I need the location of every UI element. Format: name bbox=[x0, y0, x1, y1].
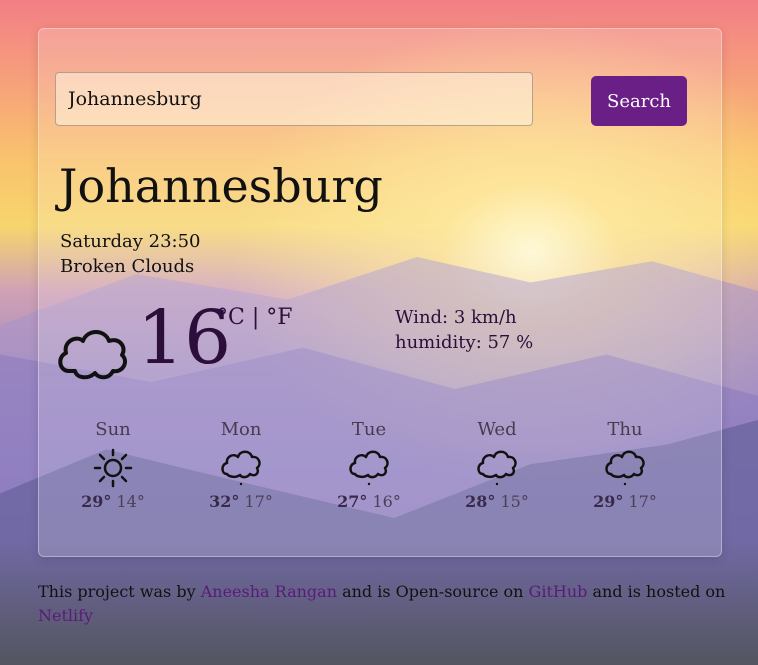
cloud-icon bbox=[58, 330, 127, 380]
cloud-icon bbox=[349, 450, 389, 486]
city-search-input[interactable] bbox=[55, 72, 533, 126]
github-link[interactable]: GitHub bbox=[529, 582, 588, 601]
forecast-day-name: Mon bbox=[220, 419, 262, 440]
footer: This project was by Aneesha Rangan and i… bbox=[38, 580, 728, 628]
fahrenheit-link[interactable]: °F bbox=[266, 305, 292, 330]
netlify-link[interactable]: Netlify bbox=[38, 606, 93, 625]
forecast-min: 16° bbox=[372, 492, 401, 511]
sun-icon bbox=[93, 448, 133, 488]
forecast-max: 27° bbox=[337, 492, 368, 511]
forecast-day: Thu 29° 17° bbox=[561, 419, 689, 511]
unit-toggle: °C | °F bbox=[217, 305, 293, 330]
humidity: humidity: 57 % bbox=[395, 332, 534, 353]
cloud-icon bbox=[221, 450, 261, 486]
forecast-min: 17° bbox=[628, 492, 657, 511]
date-time: Saturday 23:50 bbox=[60, 231, 201, 252]
forecast-day-name: Thu bbox=[607, 419, 643, 440]
forecast-row: Sun 29° 14° Mon 32° 17° Tue 27° 16° Wed … bbox=[49, 419, 709, 529]
forecast-temps: 27° 16° bbox=[305, 492, 433, 511]
forecast-min: 14° bbox=[116, 492, 145, 511]
forecast-day-name: Tue bbox=[351, 419, 387, 440]
forecast-day-name: Wed bbox=[477, 419, 517, 440]
forecast-day: Tue 27° 16° bbox=[305, 419, 433, 511]
wind-speed: Wind: 3 km/h bbox=[395, 307, 517, 328]
forecast-min: 15° bbox=[500, 492, 529, 511]
forecast-max: 28° bbox=[465, 492, 496, 511]
forecast-temps: 29° 14° bbox=[49, 492, 177, 511]
weather-card: Search Johannesburg Saturday 23:50 Broke… bbox=[38, 28, 722, 557]
celsius-link[interactable]: °C bbox=[217, 305, 245, 330]
forecast-day: Sun 29° 14° bbox=[49, 419, 177, 511]
weather-description: Broken Clouds bbox=[60, 256, 195, 277]
cloud-icon bbox=[605, 450, 645, 486]
footer-text: This project was by bbox=[38, 582, 201, 601]
forecast-temps: 29° 17° bbox=[561, 492, 689, 511]
footer-text: and is hosted on bbox=[587, 582, 726, 601]
forecast-max: 29° bbox=[593, 492, 624, 511]
forecast-temps: 28° 15° bbox=[433, 492, 561, 511]
forecast-temps: 32° 17° bbox=[177, 492, 305, 511]
search-button[interactable]: Search bbox=[591, 76, 687, 126]
forecast-max: 29° bbox=[81, 492, 112, 511]
forecast-max: 32° bbox=[209, 492, 240, 511]
footer-text: and is Open-source on bbox=[337, 582, 529, 601]
unit-separator: | bbox=[244, 305, 267, 330]
cloud-icon bbox=[477, 450, 517, 486]
author-link[interactable]: Aneesha Rangan bbox=[201, 582, 337, 601]
city-name: Johannesburg bbox=[59, 159, 383, 213]
forecast-day: Mon 32° 17° bbox=[177, 419, 305, 511]
forecast-min: 17° bbox=[244, 492, 273, 511]
forecast-day: Wed 28° 15° bbox=[433, 419, 561, 511]
forecast-day-name: Sun bbox=[95, 419, 131, 440]
